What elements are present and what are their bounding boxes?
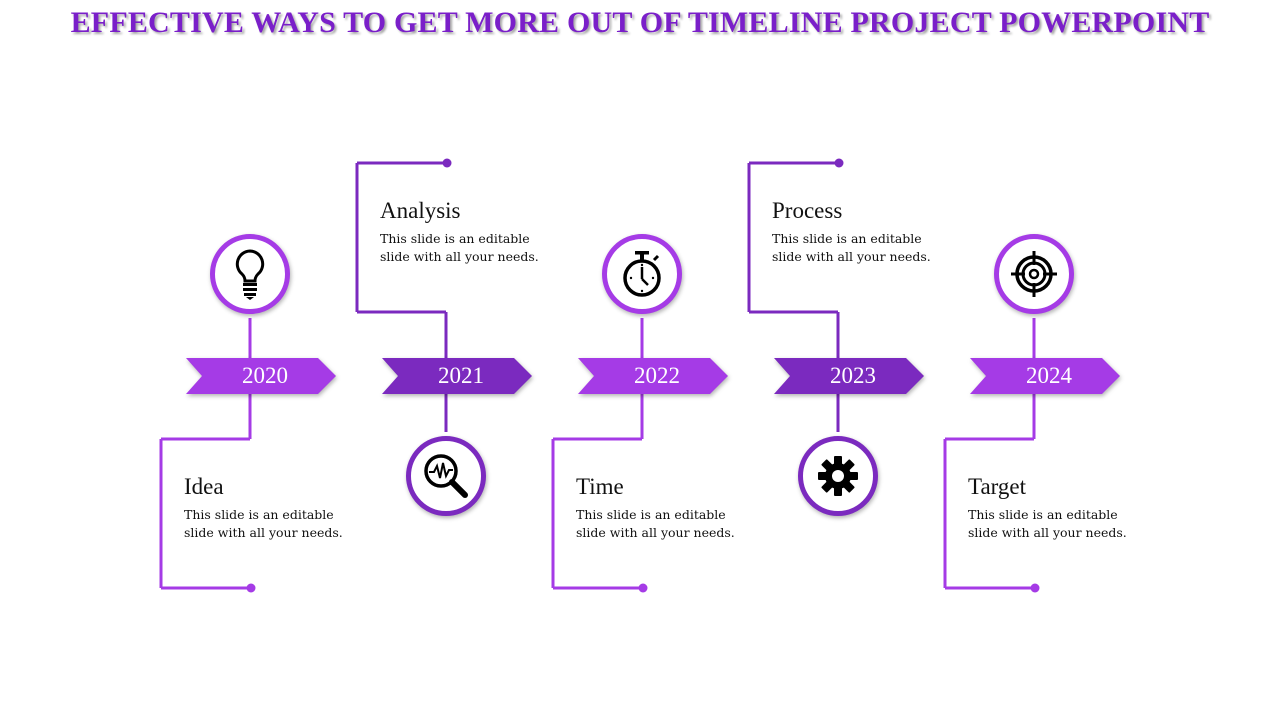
connector-dot	[442, 158, 452, 168]
connector-dot	[638, 583, 648, 593]
connector-dot	[834, 158, 844, 168]
icon-circle	[406, 436, 486, 516]
magnifier-pulse-icon	[421, 451, 471, 501]
milestone-text: Analysis This slide is an editable slide …	[380, 198, 540, 265]
icon-circle	[602, 234, 682, 314]
year-banner-2022: 2022	[578, 358, 728, 394]
milestone-text: Target This slide is an editable slide wi…	[968, 474, 1128, 541]
year-banner-2024: 2024	[970, 358, 1120, 394]
icon-circle	[798, 436, 878, 516]
year-label: 2020	[242, 363, 288, 388]
milestone-heading: Idea	[184, 474, 224, 499]
year-banner-2021: 2021	[382, 358, 532, 394]
icon-circle	[994, 234, 1074, 314]
milestone-heading: Target	[968, 474, 1026, 499]
connector-dot	[1030, 583, 1040, 593]
milestone-text: Time This slide is an editable slide with…	[576, 474, 736, 541]
lightbulb-icon	[232, 248, 268, 300]
milestone-description: This slide is an editable slide with all…	[772, 231, 931, 264]
milestone-text: Idea This slide is an editable slide with…	[184, 474, 344, 541]
stopwatch-icon	[620, 249, 664, 299]
milestone-text: Process This slide is an editable slide w…	[772, 198, 932, 265]
milestone-description: This slide is an editable slide with all…	[184, 507, 343, 540]
year-label: 2021	[438, 363, 484, 388]
year-banner-2020: 2020	[186, 358, 336, 394]
year-label: 2022	[634, 363, 680, 388]
milestone-heading: Analysis	[380, 198, 461, 223]
gear-icon	[816, 454, 860, 498]
milestone-description: This slide is an editable slide with all…	[380, 231, 539, 264]
year-banner-2023: 2023	[774, 358, 924, 394]
icon-circle	[210, 234, 290, 314]
milestone-description: This slide is an editable slide with all…	[576, 507, 735, 540]
milestone-heading: Time	[576, 474, 624, 499]
milestone-heading: Process	[772, 198, 843, 223]
connector-dot	[246, 583, 256, 593]
year-label: 2024	[1026, 363, 1072, 388]
year-label: 2023	[830, 363, 876, 388]
milestone-description: This slide is an editable slide with all…	[968, 507, 1127, 540]
target-icon	[1009, 249, 1059, 299]
